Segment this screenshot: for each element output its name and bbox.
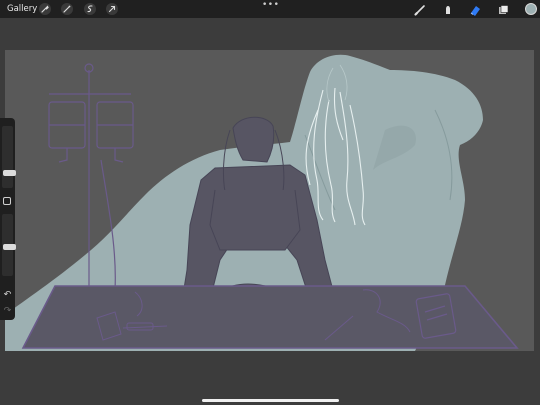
- eraser-icon[interactable]: [468, 2, 482, 16]
- top-toolbar: Gallery •••: [0, 0, 540, 18]
- smudge-icon[interactable]: [441, 2, 455, 16]
- brush-size-thumb[interactable]: [3, 170, 16, 176]
- gallery-button[interactable]: Gallery: [7, 2, 37, 16]
- color-swatch[interactable]: [525, 3, 537, 15]
- drawing-canvas[interactable]: [5, 50, 534, 351]
- more-options-button[interactable]: •••: [262, 0, 279, 10]
- artwork: [5, 54, 519, 351]
- redo-icon[interactable]: ↷: [2, 306, 13, 317]
- table: [21, 285, 519, 349]
- home-indicator[interactable]: [202, 399, 339, 402]
- opacity-thumb[interactable]: [3, 244, 16, 250]
- layers-icon[interactable]: [496, 2, 510, 16]
- brush-size-slider[interactable]: [2, 126, 16, 188]
- wrench-icon[interactable]: [39, 3, 51, 15]
- brush-sidebar: ↶ ↷: [0, 118, 16, 320]
- magic-wand-icon[interactable]: [61, 3, 73, 15]
- undo-icon[interactable]: ↶: [2, 290, 13, 301]
- brush-icon[interactable]: [413, 2, 427, 16]
- opacity-slider[interactable]: [2, 214, 16, 276]
- selection-icon[interactable]: [84, 3, 96, 15]
- modify-button[interactable]: [3, 197, 11, 205]
- transform-arrow-icon[interactable]: [106, 3, 118, 15]
